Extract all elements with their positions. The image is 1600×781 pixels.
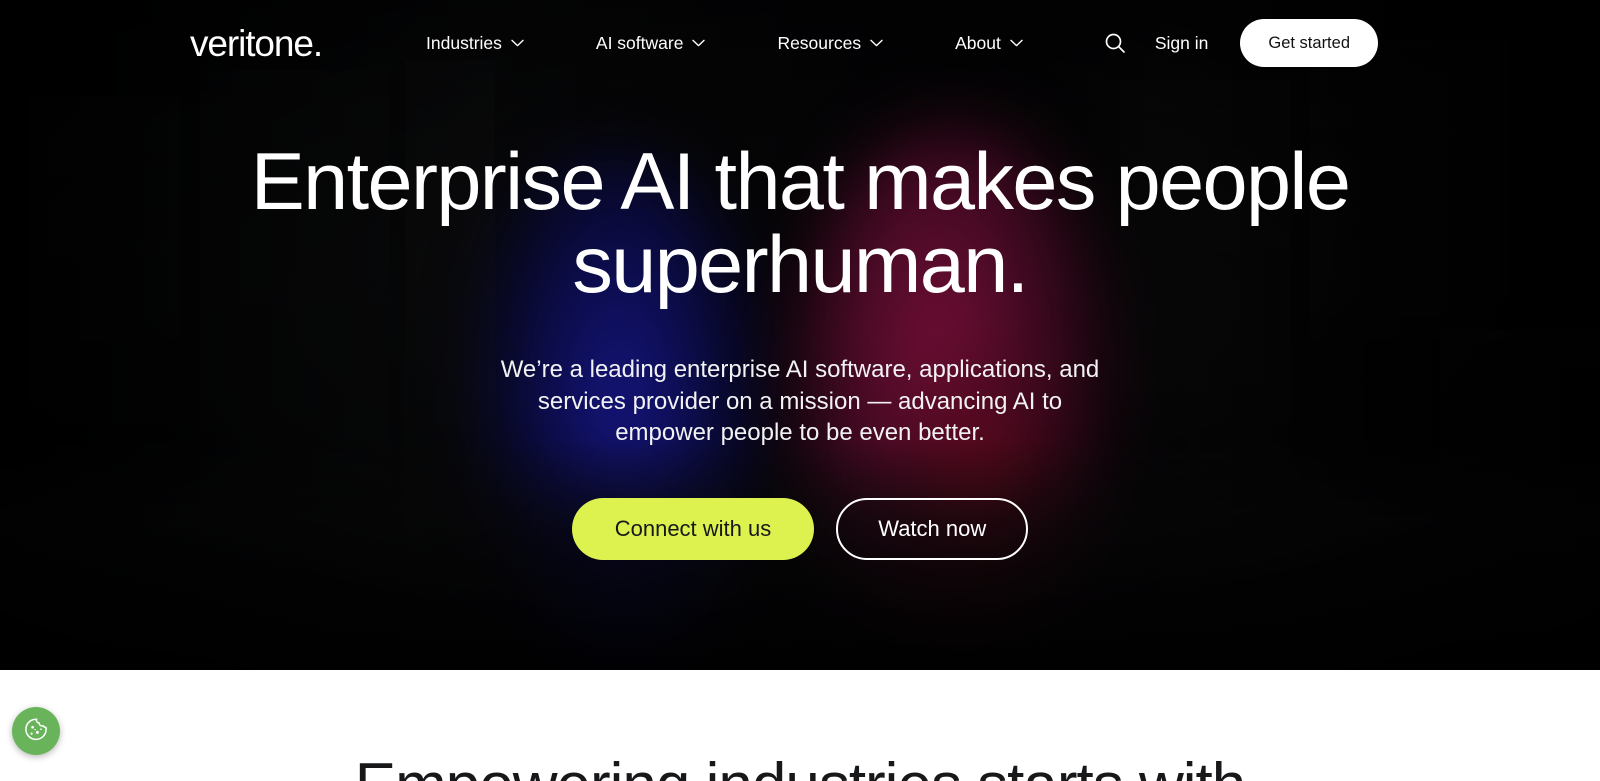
hero-headline: Enterprise AI that makes people superhum… (250, 137, 1351, 311)
chevron-down-icon (1010, 39, 1023, 47)
nav-item-label: AI software (595, 32, 684, 53)
site-header: veritone. Industries AI software Resourc… (0, 0, 1600, 86)
get-started-button[interactable]: Get started (1240, 19, 1378, 67)
watch-now-button[interactable]: Watch now (836, 497, 1029, 560)
sign-in-link[interactable]: Sign in (1155, 33, 1209, 54)
nav-item-industries[interactable]: Industries (426, 23, 524, 64)
hero-section: veritone. Industries AI software Resourc… (0, 0, 1600, 670)
page-root: veritone. Industries AI software Resourc… (0, 0, 1600, 781)
chevron-down-icon (870, 39, 883, 47)
header-actions: Sign in Get started (1103, 19, 1378, 67)
cookie-preferences-button[interactable] (12, 707, 60, 755)
next-section: Empowering industries starts with (0, 670, 1600, 781)
connect-with-us-button[interactable]: Connect with us (571, 497, 815, 560)
hero-subheadline: We’re a leading enterprise AI software, … (500, 355, 1100, 447)
chevron-down-icon (692, 39, 706, 47)
hero-content: Enterprise AI that makes people superhum… (0, 0, 1600, 670)
nav-item-label: Resources (777, 32, 862, 53)
section-title: Empowering industries starts with (0, 751, 1600, 781)
hero-cta-group: Connect with us Watch now (571, 497, 1029, 560)
nav-item-ai-software[interactable]: AI software (596, 23, 706, 64)
primary-navigation: Industries AI software Resources About (426, 23, 1023, 64)
veritone-logo[interactable]: veritone. (190, 25, 323, 62)
nav-item-about[interactable]: About (955, 23, 1023, 64)
nav-item-label: About (955, 32, 1001, 53)
search-icon[interactable] (1103, 31, 1127, 55)
nav-item-resources[interactable]: Resources (777, 23, 883, 64)
nav-item-label: Industries (426, 32, 502, 53)
cookie-icon (22, 716, 50, 747)
chevron-down-icon (511, 39, 524, 47)
